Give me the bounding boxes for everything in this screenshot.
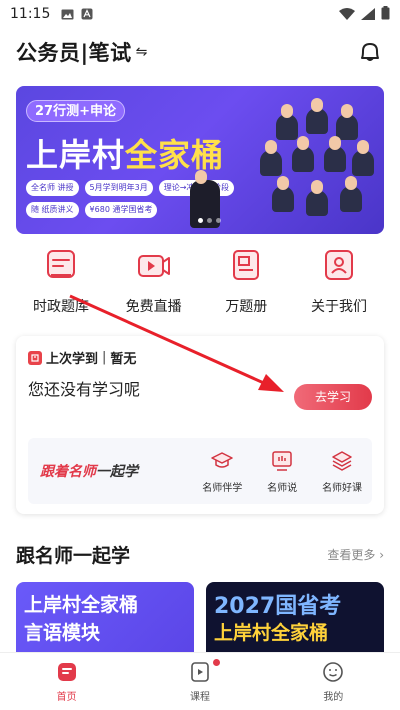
banner-chip: 随 纸质讲义 [26,202,79,218]
teacher-shortcut-label: 名师说 [267,482,298,494]
app-notification-icon [80,8,94,20]
last-studied: 上次学到 | 暂无 [28,348,136,367]
slogan-dark: 一起学 [96,464,138,480]
banner-title-main: 上岸村 [26,136,126,174]
banner-subtitle: 27行测+申论 [26,100,125,122]
carousel-dot [216,218,221,223]
teacher-photos [190,94,376,230]
tab-home[interactable]: 首页 [0,653,133,710]
course-subtitle: 上岸村全家桶 [214,622,329,644]
section-header: 跟名师一起学 查看更多 › [16,540,384,568]
section-title: 跟名师一起学 [16,544,131,567]
tab-label: 我的 [323,692,344,703]
tab-course[interactable]: 课程 [133,653,266,710]
tab-label: 课程 [189,692,210,703]
course-list: 上岸村全家桶 言语模块 2027国省考 上岸村全家桶 [16,582,384,652]
banner-chip: ¥680 通学国省考 [84,202,158,218]
quick-nav-label: 关于我们 [310,299,367,315]
switch-icon[interactable]: ⇋ [136,44,148,60]
quick-nav-label: 免费直播 [125,299,182,315]
exercise-book-icon [227,246,265,284]
teacher-companion-button[interactable]: 名师伴学 [192,449,252,494]
message-bell-icon[interactable] [356,38,384,66]
live-video-icon [135,246,173,284]
teacher-shortcut-label: 名师伴学 [202,482,243,494]
banner-chip: 5月学到明年3月 [84,180,153,196]
course-card[interactable]: 2027国省考 上岸村全家桶 [206,582,384,652]
course-subtitle: 言语模块 [24,622,101,644]
quick-nav-exercise-book[interactable]: 万题册 [201,246,291,316]
book-icon [28,350,42,365]
status-time: 11:15 [10,6,51,22]
tab-profile[interactable]: 我的 [267,653,400,710]
bottom-tab-bar: 首页 课程 我的 [0,652,400,710]
quick-nav-label: 万题册 [225,299,268,315]
image-notification-icon [60,8,74,20]
status-bar: 11:15 [0,0,400,28]
teacher-shortcuts: 跟着名师一起学 名师伴学 名师说 名师好课 [28,438,372,504]
home-icon [54,659,80,685]
banner-chip: 全名师 讲授 [26,180,79,196]
empty-study-message: 您还没有学习呢 [28,380,141,399]
banner-title: 上岸村全家桶 [26,130,224,176]
battery-icon [381,5,390,24]
quick-nav: 时政题库 免费直播 万题册 关于我们 [16,246,384,316]
quick-nav-question-bank[interactable]: 时政题库 [16,246,106,316]
course-card[interactable]: 上岸村全家桶 言语模块 [16,582,194,652]
quick-nav-live[interactable]: 免费直播 [109,246,199,316]
exam-category-selector[interactable]: 公务员|笔试 [16,37,132,67]
study-progress-card: 上次学到 | 暂无 您还没有学习呢 去学习 跟着名师一起学 名师伴学 名师说 名… [16,336,384,514]
teacher-courses-button[interactable]: 名师好课 [312,449,372,494]
course-title: 上岸村全家桶 [24,594,139,616]
start-learning-button[interactable]: 去学习 [294,384,372,410]
last-studied-value: 暂无 [110,352,137,367]
layers-icon [330,449,354,473]
banner-title-highlight: 全家桶 [125,136,225,174]
status-indicators [339,5,390,24]
teacher-talk-button[interactable]: 名师说 [252,449,312,494]
signal-icon [361,5,375,24]
course-title: 2027国省考 [214,594,342,619]
app-header: 公务员|笔试 ⇋ [0,30,400,74]
profile-icon [320,659,346,685]
quick-nav-label: 时政题库 [33,299,89,315]
carousel-dot [207,218,212,223]
slogan-red: 跟着名师 [40,464,96,480]
screen-talk-icon [270,449,294,473]
quick-nav-about-us[interactable]: 关于我们 [294,246,384,316]
carousel-dot [198,218,203,223]
tab-label: 首页 [56,692,77,703]
graduation-cap-icon [210,449,234,473]
teacher-shortcut-label: 名师好课 [322,482,363,494]
question-bank-icon [42,246,80,284]
course-icon [187,659,213,685]
about-us-icon [320,246,358,284]
divider: | [102,350,107,365]
view-more-link[interactable]: 查看更多 › [327,546,384,563]
teacher-slogan: 跟着名师一起学 [40,461,180,481]
notification-badge [213,659,221,666]
promo-banner[interactable]: 27行测+申论 上岸村全家桶 全名师 讲授 5月学到明年3月 理论→冲刺 全阶段… [16,86,384,234]
wifi-icon [339,5,355,24]
last-studied-label: 上次学到 [46,352,99,367]
carousel-indicator [198,218,221,223]
